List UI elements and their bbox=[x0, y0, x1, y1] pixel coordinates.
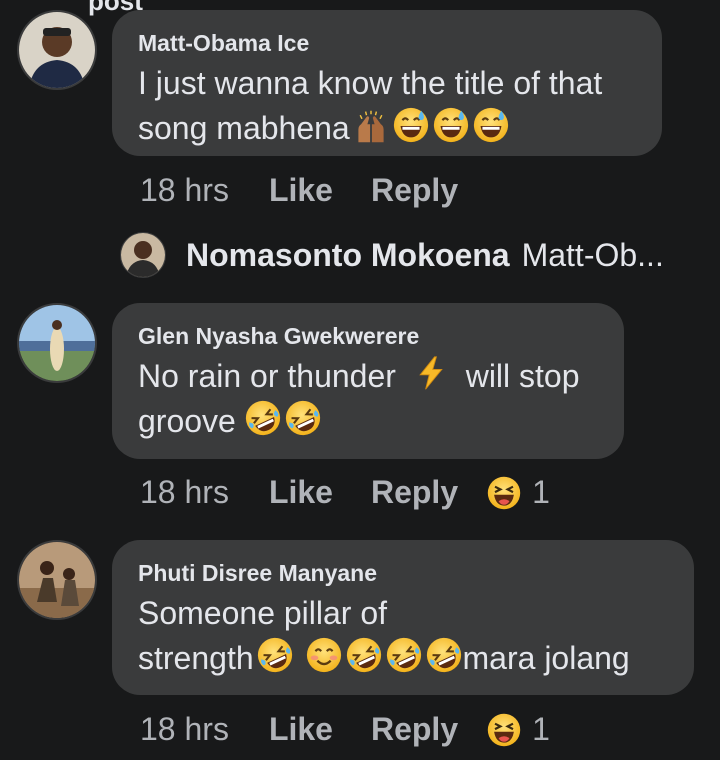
avatar-phuti-disree-manyane[interactable] bbox=[17, 540, 97, 620]
comment-bubble: Phuti Disree Manyane Someone pillar of s… bbox=[112, 540, 694, 695]
comment-time[interactable]: 18 hrs bbox=[140, 172, 229, 209]
lightning-icon bbox=[413, 354, 449, 392]
reply-preview[interactable]: Nomasonto Mokoena Matt-Ob... bbox=[120, 232, 664, 278]
reply-button[interactable]: Reply bbox=[371, 172, 458, 209]
rolling-laughing-icon bbox=[256, 636, 294, 674]
comment-text: Someone pillar of strength mara jolang bbox=[138, 595, 630, 676]
comment-actions: 18 hrs Like Reply 1 bbox=[140, 474, 550, 511]
smiling-blush-icon bbox=[305, 636, 343, 674]
comment-text: No rain or thunder will stop groove bbox=[138, 354, 598, 444]
comment-actions: 18 hrs Like Reply 1 bbox=[140, 711, 550, 748]
comment-actions: 18 hrs Like Reply bbox=[140, 172, 496, 209]
rolling-laughing-icon bbox=[385, 636, 423, 674]
reaction-count: 1 bbox=[532, 711, 550, 747]
reaction-count: 1 bbox=[532, 474, 550, 510]
avatar-matt-obama-ice[interactable] bbox=[17, 10, 97, 90]
comment-time[interactable]: 18 hrs bbox=[140, 474, 229, 511]
rolling-laughing-icon bbox=[345, 636, 383, 674]
comment-author[interactable]: Phuti Disree Manyane bbox=[138, 560, 668, 587]
grinning-sweat-icon bbox=[432, 106, 470, 144]
comment-author[interactable]: Matt-Obama Ice bbox=[138, 30, 636, 57]
reaction-summary[interactable]: 1 bbox=[486, 474, 550, 511]
comment-bubble: Matt-Obama Ice I just wanna know the tit… bbox=[112, 10, 662, 156]
reply-button[interactable]: Reply bbox=[371, 474, 458, 511]
haha-reaction-icon bbox=[486, 712, 522, 748]
raising-hands-icon bbox=[352, 108, 390, 144]
reply-button[interactable]: Reply bbox=[371, 711, 458, 748]
rolling-laughing-icon bbox=[425, 636, 463, 674]
rolling-laughing-icon bbox=[244, 399, 282, 437]
grinning-sweat-icon bbox=[392, 106, 430, 144]
like-button[interactable]: Like bbox=[269, 474, 333, 511]
reply-text: Matt-Ob... bbox=[521, 236, 664, 273]
avatar-glen-nyasha-gwekwerere[interactable] bbox=[17, 303, 97, 383]
rolling-laughing-icon bbox=[284, 399, 322, 437]
grinning-sweat-icon bbox=[472, 106, 510, 144]
reaction-summary[interactable]: 1 bbox=[486, 711, 550, 748]
haha-reaction-icon bbox=[486, 475, 522, 511]
comment-text: I just wanna know the title of that song… bbox=[138, 65, 603, 146]
comment-bubble: Glen Nyasha Gwekwerere No rain or thunde… bbox=[112, 303, 624, 459]
like-button[interactable]: Like bbox=[269, 711, 333, 748]
comment-time[interactable]: 18 hrs bbox=[140, 711, 229, 748]
reply-author[interactable]: Nomasonto Mokoena bbox=[186, 237, 510, 274]
comment-author[interactable]: Glen Nyasha Gwekwerere bbox=[138, 323, 598, 350]
like-button[interactable]: Like bbox=[269, 172, 333, 209]
avatar-nomasonto-mokoena bbox=[120, 232, 166, 278]
